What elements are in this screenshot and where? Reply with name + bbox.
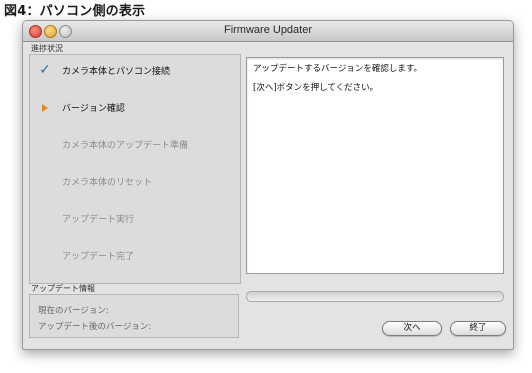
checkmark-icon: ✓ (39, 62, 51, 78)
message-area[interactable]: アップデートするバージョンを確認します。 [次へ]ボタンを押してください。 (246, 57, 504, 274)
step-label: バージョン確認 (62, 104, 125, 114)
after-version-label: アップデート後のバージョン: (38, 322, 152, 332)
updater-window: Firmware Updater 進捗状況 ✓ カメラ本体とパソコン接続 バージ… (22, 20, 514, 350)
progress-section-label: 進捗状況 (31, 44, 63, 53)
update-progress-bar (246, 291, 504, 302)
update-info-panel: 現在のバージョン: アップデート後のバージョン: (29, 294, 239, 338)
next-button[interactable]: 次へ (382, 321, 442, 336)
step-connect: ✓ カメラ本体とパソコン接続 (30, 62, 240, 80)
step-prepare: カメラ本体のアップデート準備 (30, 136, 240, 154)
step-label: アップデート実行 (62, 215, 135, 225)
current-step-arrow-icon (42, 104, 48, 112)
step-reset: カメラ本体のリセット (30, 173, 240, 191)
quit-button[interactable]: 終了 (450, 321, 506, 336)
update-info-label: アップデート情報 (31, 284, 95, 293)
steps-panel: ✓ カメラ本体とパソコン接続 バージョン確認 カメラ本体のアップデート準備 カメ… (29, 54, 241, 284)
step-label: アップデート完了 (62, 252, 135, 262)
step-label: カメラ本体とパソコン接続 (62, 67, 171, 77)
title-bar[interactable]: Firmware Updater (23, 21, 513, 42)
step-version-check: バージョン確認 (30, 99, 240, 117)
step-execute: アップデート実行 (30, 210, 240, 228)
step-label: カメラ本体のリセット (62, 178, 153, 188)
window-title: Firmware Updater (223, 24, 313, 36)
current-version-label: 現在のバージョン: (38, 306, 109, 316)
step-complete: アップデート完了 (30, 247, 240, 265)
step-label: カメラ本体のアップデート準備 (62, 141, 189, 151)
figure-title: 図4：パソコン側の表示 (4, 4, 146, 19)
message-line: [次へ]ボタンを押してください。 (253, 83, 379, 93)
message-line: アップデートするバージョンを確認します。 (253, 64, 422, 74)
